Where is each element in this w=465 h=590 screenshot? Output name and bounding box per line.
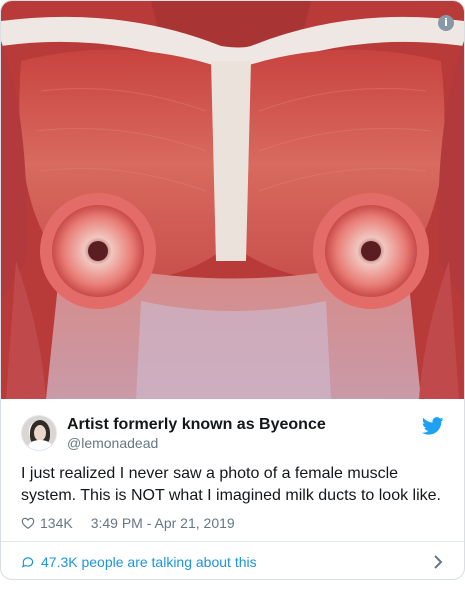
embedded-tweet-card: i Artist formerly known as Byeonce @lemo… <box>0 0 465 580</box>
heart-icon[interactable] <box>21 516 35 530</box>
twitter-bird-icon[interactable] <box>422 417 444 435</box>
muscle-anatomy-illustration <box>1 1 464 399</box>
info-icon[interactable]: i <box>438 15 454 31</box>
talking-label: 47.3K people are talking about this <box>41 554 257 570</box>
tweet-meta-row: 134K 3:49 PM - Apr 21, 2019 <box>21 513 235 533</box>
talking-about-this-link[interactable]: 47.3K people are talking about this <box>21 551 446 573</box>
author-display-name[interactable]: Artist formerly known as Byeonce <box>67 416 326 434</box>
speech-bubble-icon <box>21 557 34 568</box>
avatar[interactable] <box>21 415 57 451</box>
tweet-text: I just realized I never saw a photo of a… <box>21 465 441 504</box>
tweet-timestamp[interactable]: 3:49 PM - Apr 21, 2019 <box>91 515 235 531</box>
divider <box>1 541 464 542</box>
chevron-right-icon <box>434 555 443 569</box>
tweet-author-header: Artist formerly known as Byeonce @lemona… <box>21 413 446 455</box>
author-handle[interactable]: @lemonadead <box>67 435 158 451</box>
left-gland-shape <box>40 193 156 309</box>
tweet-media-image[interactable]: i <box>1 1 464 399</box>
like-count[interactable]: 134K <box>40 515 73 531</box>
right-gland-shape <box>313 193 429 309</box>
